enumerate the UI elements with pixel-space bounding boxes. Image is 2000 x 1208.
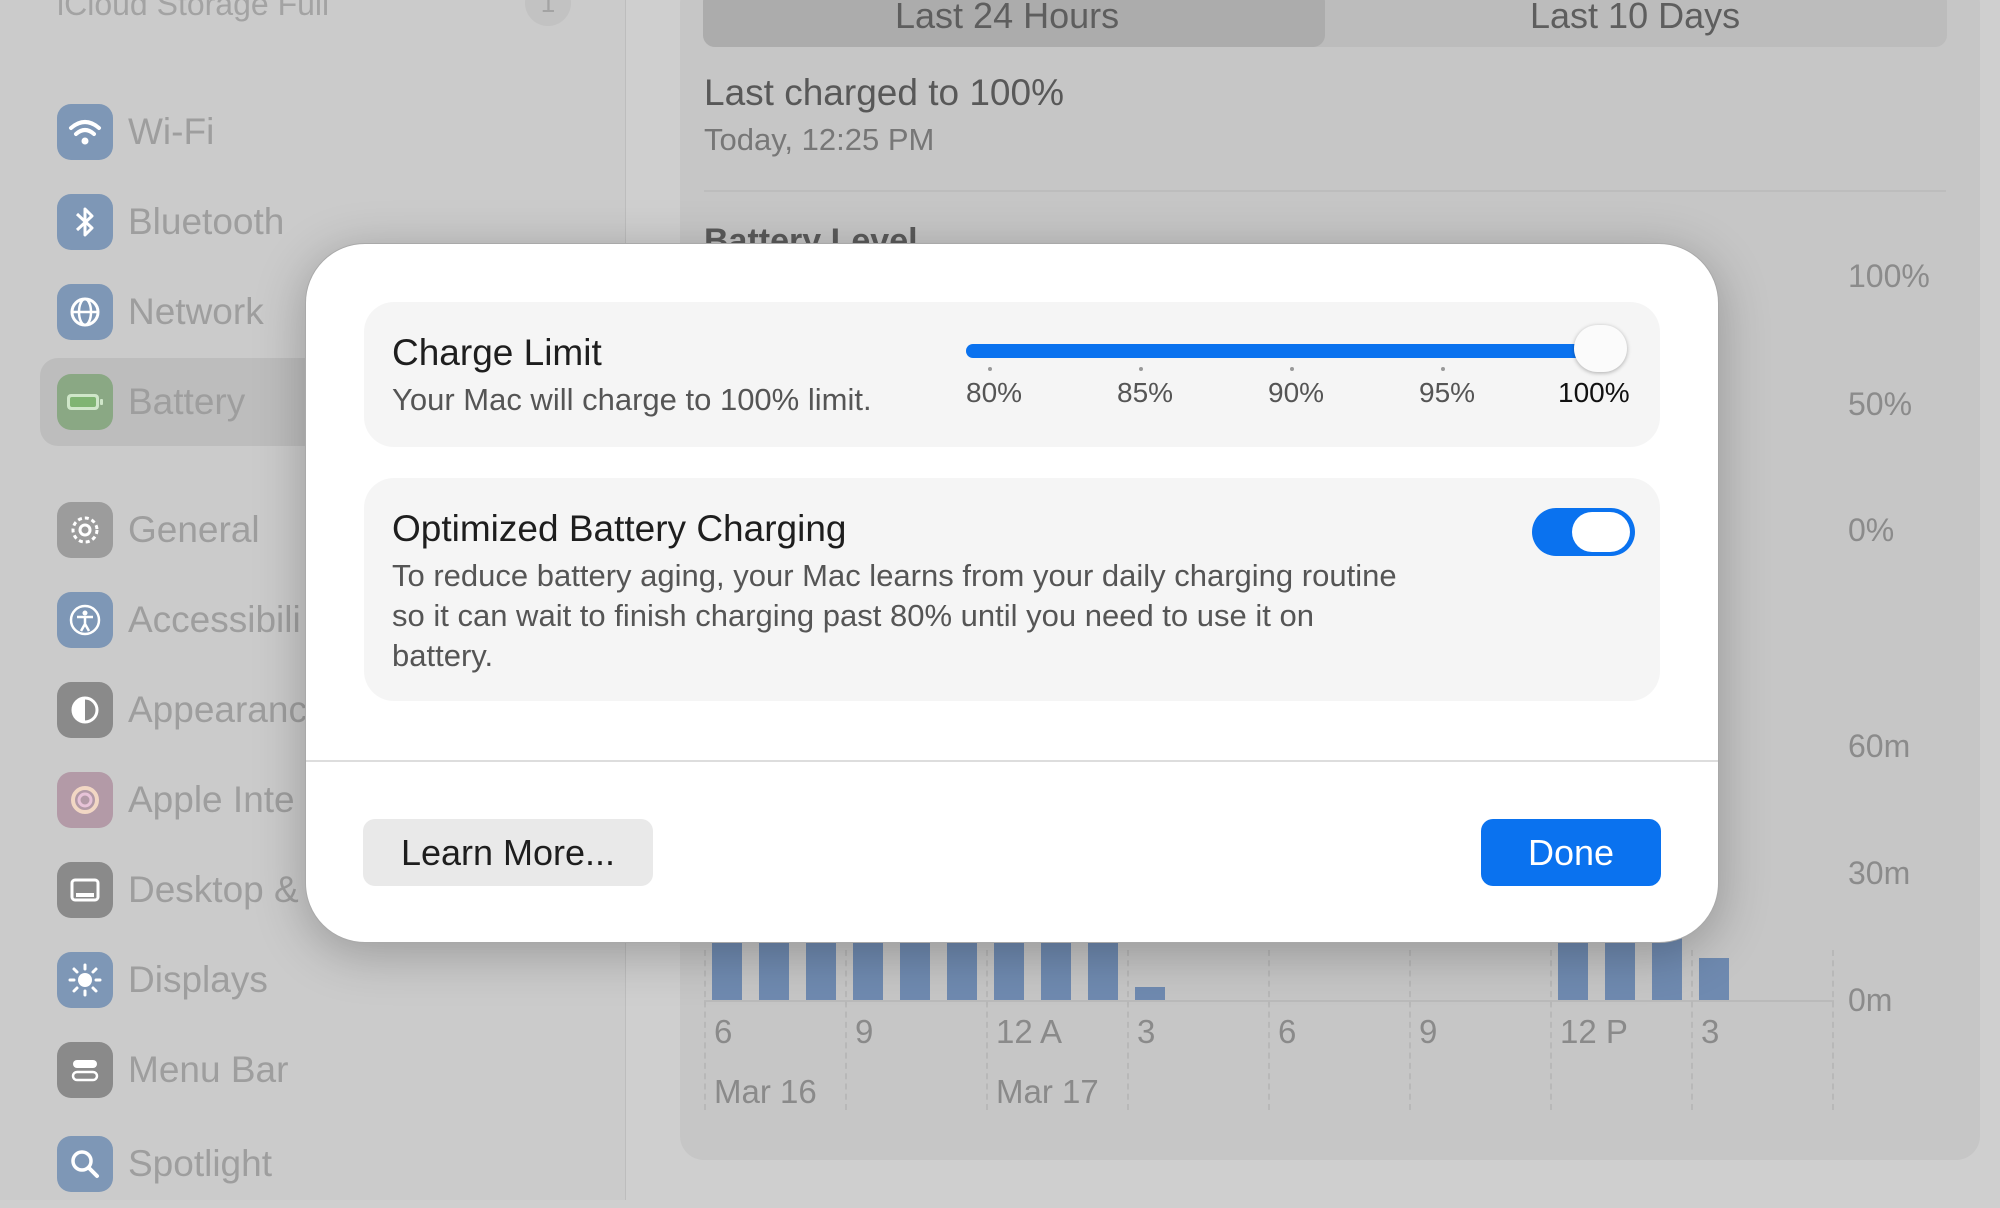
sidebar-item-label: Spotlight — [128, 1143, 272, 1184]
battery-charging-dialog: Charge Limit Your Mac will charge to 100… — [305, 243, 1719, 943]
slider-tick — [988, 367, 992, 371]
optimized-charging-card: Optimized Battery Charging To reduce bat… — [364, 478, 1660, 701]
usage-bar — [1135, 987, 1165, 1000]
sidebar-item-wifi[interactable]: Wi-Fi — [40, 88, 600, 176]
bluetooth-icon — [57, 194, 113, 250]
chart-gridline — [704, 950, 706, 1110]
dialog-divider — [306, 760, 1718, 762]
x-tick: 12 P — [1560, 1013, 1628, 1050]
x-tick: 6 — [1278, 1013, 1297, 1050]
level-axis-0: 0% — [1848, 512, 1895, 548]
slider-tick-label: 95% — [1419, 377, 1476, 408]
optimized-charging-title: Optimized Battery Charging — [392, 508, 847, 549]
charge-limit-slider-track[interactable] — [966, 344, 1606, 358]
sidebar-item-displays[interactable]: Displays — [40, 936, 600, 1024]
optimized-charging-desc-line: To reduce battery aging, your Mac learns… — [392, 558, 1397, 593]
sidebar-item-label: Wi-Fi — [128, 111, 215, 152]
chart-gridline — [845, 950, 847, 1110]
icloud-badge: 1 — [525, 0, 571, 26]
appearance-icon — [57, 682, 113, 738]
sidebar-item-label: Displays — [128, 959, 268, 1000]
chart-gridline — [1832, 950, 1834, 1110]
done-button[interactable]: Done — [1481, 819, 1661, 886]
slider-tick-label: 85% — [1117, 377, 1174, 408]
tab-last-10-days[interactable]: Last 10 Days — [1530, 0, 1740, 42]
accessibility-icon — [57, 592, 113, 648]
battery-icon — [57, 374, 113, 430]
icloud-storage-label[interactable]: iCloud Storage Full — [57, 0, 329, 23]
sidebar-item-label: Desktop & — [128, 869, 299, 910]
gear-icon — [57, 502, 113, 558]
optimized-charging-desc-line: so it can wait to finish charging past 8… — [392, 598, 1314, 633]
menu-bar-icon — [57, 1042, 113, 1098]
x-tick: 9 — [1419, 1013, 1438, 1050]
usage-bar — [1699, 957, 1729, 1000]
slider-tick — [1290, 367, 1294, 371]
level-axis-100: 100% — [1848, 258, 1930, 294]
x-tick: 3 — [1701, 1013, 1720, 1050]
sidebar-item-label: Menu Bar — [128, 1049, 289, 1090]
usage-axis-30m: 30m — [1848, 855, 1911, 891]
last-charged-time: Today, 12:25 PM — [704, 122, 935, 157]
globe-icon — [57, 284, 113, 340]
chart-gridline — [1550, 950, 1552, 1110]
sidebar-item-menu-bar[interactable]: Menu Bar — [40, 1026, 600, 1114]
chart-gridline — [1127, 950, 1129, 1110]
chart-gridline — [986, 950, 988, 1110]
x-date: Mar 16 — [714, 1073, 817, 1110]
apple-intelligence-icon — [57, 772, 113, 828]
charge-limit-slider-thumb[interactable] — [1574, 325, 1627, 372]
sidebar-item-spotlight[interactable]: Spotlight — [40, 1120, 600, 1208]
sidebar-item-label: Accessibili — [128, 599, 301, 640]
chart-gridline — [1409, 950, 1411, 1110]
chart-gridline — [1268, 950, 1270, 1110]
chart-gridline — [1691, 950, 1693, 1110]
optimized-charging-toggle[interactable] — [1532, 508, 1635, 556]
level-axis-50: 50% — [1848, 386, 1913, 422]
slider-tick — [1139, 367, 1143, 371]
learn-more-button[interactable]: Learn More... — [363, 819, 653, 886]
usage-axis-0m: 0m — [1848, 982, 1893, 1018]
tab-label-last-24-hours: Last 24 Hours — [895, 0, 1120, 36]
x-tick: 3 — [1137, 1013, 1156, 1050]
slider-tick-label: 80% — [966, 377, 1023, 408]
slider-tick-label: 100% — [1558, 377, 1630, 408]
usage-axis-60m: 60m — [1848, 728, 1911, 764]
last-charged-label: Last charged to 100% — [704, 72, 1064, 113]
sun-icon — [57, 952, 113, 1008]
x-date: Mar 17 — [996, 1073, 1099, 1110]
sidebar-item-label: Apple Inte — [128, 779, 295, 820]
wifi-icon — [57, 104, 113, 160]
slider-tick-label: 90% — [1268, 377, 1325, 408]
magnifier-icon — [57, 1136, 113, 1192]
sidebar-item-label: Battery — [128, 381, 246, 422]
slider-tick — [1441, 367, 1445, 371]
toggle-knob — [1572, 512, 1630, 552]
sidebar-item-label: Appearanc — [128, 689, 307, 730]
x-tick: 12 A — [996, 1013, 1063, 1050]
section-divider — [704, 190, 1946, 192]
desktop-dock-icon — [57, 862, 113, 918]
optimized-charging-desc-line: battery. — [392, 638, 494, 673]
x-tick: 9 — [855, 1013, 874, 1050]
charge-limit-card: Charge Limit Your Mac will charge to 100… — [364, 302, 1660, 447]
sidebar-item-label: Bluetooth — [128, 201, 285, 242]
x-tick: 6 — [714, 1013, 733, 1050]
charge-limit-title: Charge Limit — [392, 332, 602, 373]
sidebar-item-label: Network — [128, 291, 264, 332]
charge-limit-subtitle: Your Mac will charge to 100% limit. — [392, 382, 872, 417]
sidebar-item-label: General — [128, 509, 260, 550]
